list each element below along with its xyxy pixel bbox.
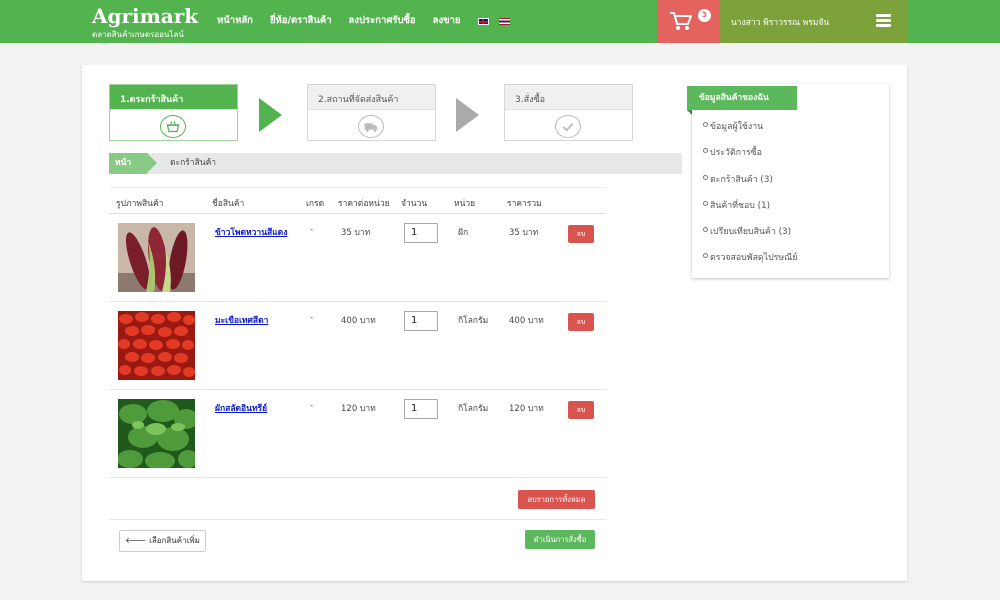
step-cart-label: 1.ตระกร้าสินค้า — [110, 85, 237, 110]
circle-bullet-icon — [703, 148, 708, 154]
col-total: ราคารวม — [507, 199, 542, 209]
product-name-link[interactable]: มะเขือเทศสีดา — [215, 313, 268, 327]
side-item-label: ตรวจสอบพัสดุไปรษณีย์ — [710, 253, 798, 264]
quantity-input[interactable]: 1 — [404, 311, 438, 331]
side-title: ข้อมูลสินค้าของฉัน — [687, 86, 797, 115]
nav-home[interactable]: หน้าหลัก — [217, 14, 253, 28]
breadcrumb: หน้าหลัก ตะกร้าสินค้า — [109, 153, 682, 189]
step-shipping-label: 2.สถานที่จัดส่งสินค้า — [308, 85, 435, 110]
cart-panel: 1.ตระกร้าสินค้า 2.สถานที่จัดส่งสินค้า 3.… — [82, 65, 907, 581]
step-cart: 1.ตระกร้าสินค้า — [109, 84, 238, 141]
side-item-label: เปรียบเทียบสินค้า (3) — [710, 227, 792, 238]
product-grade: - — [310, 313, 314, 323]
nav-post-buy[interactable]: ลงประกาศรับซื้อ — [349, 14, 416, 28]
cart-button[interactable]: 3 — [657, 0, 720, 43]
hamburger-menu-icon[interactable] — [876, 14, 891, 27]
circle-bullet-icon — [703, 253, 708, 259]
step-arrow-2 — [456, 98, 479, 132]
step-arrow-1 — [259, 98, 282, 132]
col-name: ชื่อสินค้า — [212, 199, 245, 209]
product-unit: ฝัก — [458, 228, 469, 238]
main-nav: หน้าหลัก ยี่ห้อ/ตราสินค้า ลงประกาศรับซื้… — [217, 14, 520, 28]
circle-bullet-icon — [703, 227, 708, 233]
col-image: รูปภาพสินค้า — [116, 199, 164, 209]
side-item-cart[interactable]: ตะกร้าสินค้า (3) — [703, 172, 798, 198]
product-name-link[interactable]: ผักสลัดอินทรีย์ — [215, 401, 267, 415]
arrow-left-icon: 🡐 — [125, 536, 147, 545]
col-unit-price: ราคาต่อหน่วย — [338, 199, 390, 209]
continue-shopping-button[interactable]: 🡐 เลือกสินค้าเพิ่ม — [119, 530, 206, 552]
logo-text: Agrimark — [92, 4, 199, 28]
side-item-track-parcel[interactable]: ตรวจสอบพัสดุไปรษณีย์ — [703, 250, 798, 276]
check-icon — [555, 115, 581, 138]
table-row: ข้าวโพดหวานสีแดง - 35 บาท 1 ฝัก 35 บาท ล… — [109, 214, 606, 302]
product-unit-price: 400 บาท — [341, 316, 376, 326]
table-header: รูปภาพสินค้า ชื่อสินค้า เกรด ราคาต่อหน่ว… — [109, 187, 606, 214]
basket-icon — [160, 115, 186, 138]
product-total: 120 บาท — [509, 404, 544, 414]
product-unit: กิโลกรัม — [458, 316, 489, 326]
side-item-label: สินค้าที่ชอบ (1) — [710, 200, 771, 211]
product-unit-price: 35 บาท — [341, 228, 371, 238]
quantity-input[interactable]: 1 — [404, 399, 438, 419]
product-grade: - — [310, 401, 314, 411]
divider — [109, 519, 606, 520]
table-row: มะเขือเทศสีดา - 400 บาท 1 กิโลกรัม 400 บ… — [109, 302, 606, 390]
step-shipping: 2.สถานที่จัดส่งสินค้า — [307, 84, 436, 141]
col-unit: หน่วย — [454, 199, 476, 209]
side-menu: ข้อมูลผู้ใช้งาน ประวัติการซื้อ ตะกร้าสิน… — [703, 119, 798, 277]
product-image[interactable] — [118, 223, 195, 292]
side-item-label: ประวัติการซื้อ — [710, 148, 762, 159]
user-name[interactable]: นางสาว พิราวรรณ พรมจัน — [731, 15, 829, 29]
product-image[interactable] — [118, 311, 195, 380]
checkout-button[interactable]: ดำเนินการสั่งซื้อ — [525, 530, 595, 549]
side-item-label: ตะกร้าสินค้า (3) — [710, 174, 773, 185]
user-area: นางสาว พิราวรรณ พรมจัน — [720, 0, 908, 43]
col-qty: จำนวน — [401, 199, 428, 209]
product-name-link[interactable]: ข้าวโพดหวานสีแดง — [215, 225, 287, 239]
quantity-input[interactable]: 1 — [404, 223, 438, 243]
logo-subtitle: ตลาดสินค้าเกษตรออนไลน์ — [92, 30, 184, 39]
step-order: 3.สั่งซื้อ — [504, 84, 633, 141]
circle-bullet-icon — [703, 174, 708, 180]
product-unit-price: 120 บาท — [341, 404, 376, 414]
product-image[interactable] — [118, 399, 195, 468]
nav-sell[interactable]: ลงขาย — [433, 14, 461, 28]
side-item-compare[interactable]: เปรียบเทียบสินค้า (3) — [703, 224, 798, 250]
cart-count-badge: 3 — [698, 9, 711, 22]
truck-icon — [358, 115, 384, 138]
product-total: 35 บาท — [509, 228, 539, 238]
nav-brands[interactable]: ยี่ห้อ/ตราสินค้า — [270, 14, 332, 28]
product-grade: - — [310, 225, 314, 235]
delete-button[interactable]: ลบ — [568, 313, 594, 331]
shopping-cart-icon — [670, 12, 692, 30]
circle-bullet-icon — [703, 200, 708, 206]
circle-bullet-icon — [703, 122, 708, 127]
continue-shopping-label: เลือกสินค้าเพิ่ม — [149, 536, 200, 545]
side-item-label: ข้อมูลผู้ใช้งาน — [710, 122, 764, 132]
side-item-profile[interactable]: ข้อมูลผู้ใช้งาน — [703, 119, 798, 145]
delete-all-button[interactable]: ลบรายการทั้งหมด — [518, 490, 595, 509]
cart-table: รูปภาพสินค้า ชื่อสินค้า เกรด ราคาต่อหน่ว… — [109, 187, 606, 478]
my-products-box: ข้อมูลสินค้าของฉัน ข้อมูลผู้ใช้งาน ประวั… — [687, 84, 889, 278]
product-total: 400 บาท — [509, 316, 544, 326]
side-item-favorites[interactable]: สินค้าที่ชอบ (1) — [703, 198, 798, 224]
step-order-label: 3.สั่งซื้อ — [505, 85, 632, 110]
top-header: Agrimark ตลาดสินค้าเกษตรออนไลน์ หน้าหลัก… — [0, 0, 1000, 43]
table-row: ผักสลัดอินทรีย์ - 120 บาท 1 กิโลกรัม 120… — [109, 390, 606, 478]
english-flag-icon[interactable] — [477, 18, 489, 25]
thai-flag-icon[interactable] — [498, 18, 510, 25]
delete-button[interactable]: ลบ — [568, 225, 594, 243]
product-unit: กิโลกรัม — [458, 404, 489, 414]
side-item-history[interactable]: ประวัติการซื้อ — [703, 145, 798, 171]
delete-button[interactable]: ลบ — [568, 401, 594, 419]
breadcrumb-home[interactable]: หน้าหลัก — [109, 153, 157, 189]
breadcrumb-current: ตะกร้าสินค้า — [170, 158, 217, 168]
col-grade: เกรด — [306, 199, 325, 209]
site-logo[interactable]: Agrimark ตลาดสินค้าเกษตรออนไลน์ — [92, 4, 202, 42]
